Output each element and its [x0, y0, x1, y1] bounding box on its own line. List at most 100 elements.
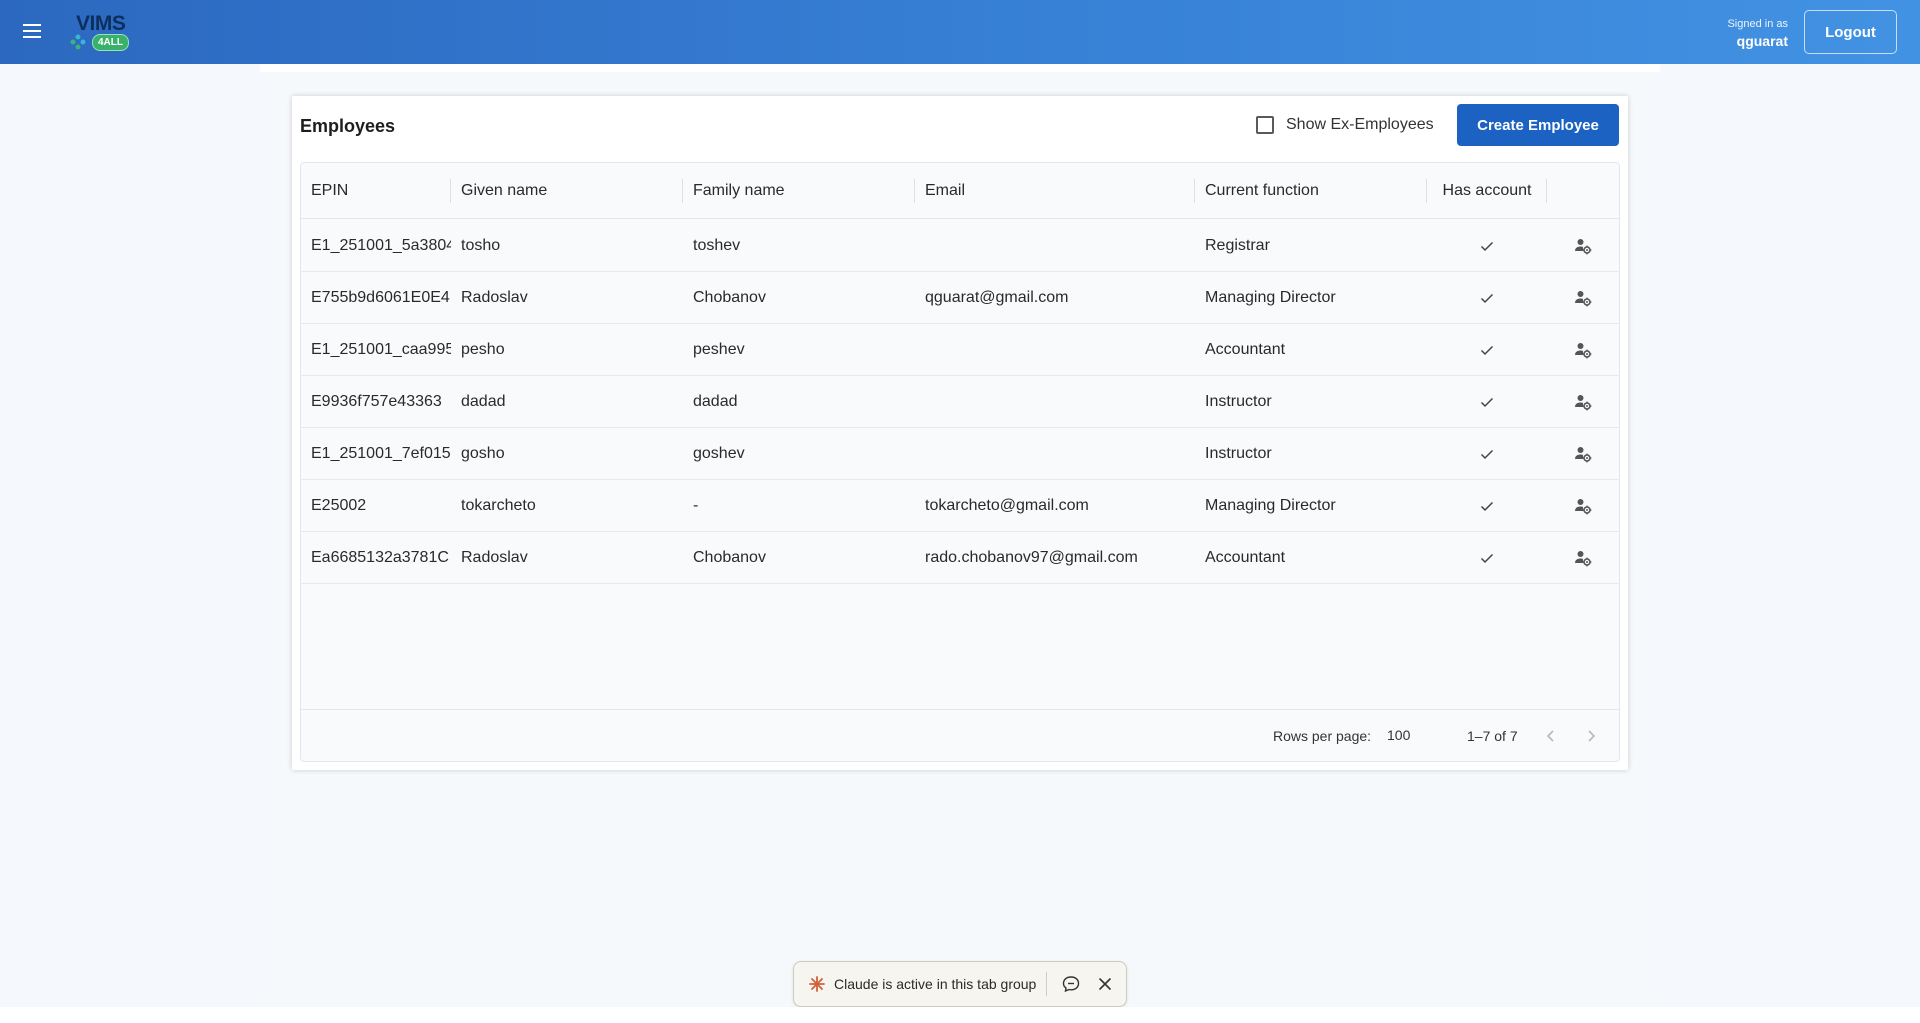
manage-account-icon[interactable] — [1574, 289, 1592, 307]
show-ex-employees-toggle[interactable]: Show Ex-Employees — [1256, 116, 1434, 134]
cell-given-name: pesho — [461, 341, 505, 358]
cell-epin: E25002 — [311, 497, 367, 514]
signed-in-info: Signed in as qguarat — [1727, 18, 1788, 49]
signed-in-label: Signed in as — [1727, 18, 1788, 30]
check-icon — [1480, 397, 1494, 408]
cell-actions — [1547, 220, 1619, 272]
cell-current-function: Instructor — [1205, 393, 1272, 410]
column-header-family-name[interactable]: Family name — [683, 163, 915, 219]
table-row[interactable]: E1_251001_5a3804 tosho toshev Registrar — [301, 220, 1619, 272]
cell-has-account — [1427, 532, 1547, 584]
cell-has-account — [1427, 376, 1547, 428]
check-icon — [1480, 345, 1494, 356]
cell-actions — [1547, 428, 1619, 480]
cell-email — [915, 324, 1195, 376]
cell-given-name: Radoslav — [461, 289, 528, 306]
manage-account-icon[interactable] — [1574, 497, 1592, 515]
cell-given-name: gosho — [461, 445, 505, 462]
app-bar: VIMS 4ALL Signed in as qguarat Logout — [0, 0, 1920, 64]
check-icon — [1480, 501, 1494, 512]
cell-has-account — [1427, 272, 1547, 324]
logo-badge: 4ALL — [92, 34, 129, 51]
rows-per-page-select[interactable]: 100 — [1387, 727, 1410, 743]
cell-current-function: Accountant — [1205, 549, 1286, 566]
cell-epin: E1_251001_7ef015 — [311, 445, 451, 462]
check-icon — [1480, 241, 1494, 252]
pagination-range: 1–7 of 7 — [1467, 728, 1518, 744]
previous-page-button[interactable] — [1537, 722, 1565, 750]
check-icon — [1480, 293, 1494, 304]
cell-given-name: Radoslav — [461, 549, 528, 566]
cell-family-name: - — [693, 497, 699, 514]
manage-account-icon[interactable] — [1574, 393, 1592, 411]
column-header-given-name[interactable]: Given name — [451, 163, 683, 219]
manage-account-icon[interactable] — [1574, 445, 1592, 463]
table-row[interactable]: E755b9d6061E0E4 Radoslav Chobanov qguarat@g… — [301, 272, 1619, 324]
table-row[interactable]: E9936f757e43363 dadad dadad Instructor — [301, 376, 1619, 428]
cell-current-function: Instructor — [1205, 445, 1272, 462]
table-row[interactable]: E1_251001_caa995 pesho peshev Accountant — [301, 324, 1619, 376]
claude-status-text: Claude is active in this tab group — [834, 976, 1037, 992]
claude-tab-group-bar: Claude is active in this tab group — [793, 961, 1127, 1007]
table-header: EPIN Given name Family name Email Curren… — [301, 163, 1619, 219]
chat-icon[interactable] — [1061, 974, 1081, 994]
claude-bar-divider — [1046, 972, 1048, 996]
cell-family-name: goshev — [693, 445, 745, 462]
cell-current-function: Registrar — [1205, 237, 1270, 254]
cell-email — [915, 428, 1195, 480]
employees-card: Employees Show Ex-Employees Create Emplo… — [292, 96, 1628, 770]
cell-family-name: Chobanov — [693, 289, 766, 306]
check-icon — [1480, 553, 1494, 564]
cell-current-function: Accountant — [1205, 341, 1286, 358]
table-row[interactable]: Ea6685132a3781C Radoslav Chobanov rado.chob… — [301, 532, 1619, 584]
logo-text: VIMS — [76, 12, 126, 35]
cell-email — [915, 376, 1195, 428]
cell-current-function: Managing Director — [1205, 497, 1336, 514]
next-page-button[interactable] — [1577, 722, 1605, 750]
close-icon[interactable] — [1095, 974, 1115, 994]
cell-actions — [1547, 480, 1619, 532]
cell-given-name: tokarcheto — [461, 497, 536, 514]
cell-family-name: Chobanov — [693, 549, 766, 566]
table-pagination: Rows per page: 100 1–7 of 7 — [301, 709, 1619, 761]
cell-epin: Ea6685132a3781C — [311, 549, 449, 566]
chevron-left-icon — [1546, 730, 1554, 742]
manage-account-icon[interactable] — [1574, 549, 1592, 567]
cell-email: rado.chobanov97@gmail.com — [925, 549, 1138, 566]
chevron-right-icon — [1588, 730, 1596, 742]
cell-actions — [1547, 324, 1619, 376]
cell-family-name: toshev — [693, 237, 741, 254]
column-header-epin[interactable]: EPIN — [301, 163, 451, 219]
cell-email: tokarcheto@gmail.com — [925, 497, 1089, 514]
cell-actions — [1547, 272, 1619, 324]
create-employee-button[interactable]: Create Employee — [1457, 104, 1619, 146]
manage-account-icon[interactable] — [1574, 237, 1592, 255]
logout-button[interactable]: Logout — [1804, 10, 1897, 54]
cell-given-name: dadad — [461, 393, 506, 410]
column-header-current-function[interactable]: Current function — [1195, 163, 1427, 219]
show-ex-employees-label: Show Ex-Employees — [1286, 116, 1434, 133]
menu-icon[interactable] — [18, 20, 46, 44]
column-header-has-account[interactable]: Has account — [1427, 163, 1547, 219]
cell-has-account — [1427, 480, 1547, 532]
cell-given-name: tosho — [461, 237, 501, 254]
show-ex-employees-checkbox[interactable] — [1256, 116, 1274, 134]
employees-table: EPIN Given name Family name Email Curren… — [300, 162, 1620, 762]
cell-has-account — [1427, 324, 1547, 376]
cell-actions — [1547, 376, 1619, 428]
cell-epin: E1_251001_5a3804 — [311, 237, 451, 254]
table-row[interactable]: E25002 tokarcheto - tokarcheto@gmail.com Man… — [301, 480, 1619, 532]
cell-epin: E755b9d6061E0E4 — [311, 289, 450, 306]
cell-has-account — [1427, 220, 1547, 272]
cell-epin: E9936f757e43363 — [311, 393, 442, 410]
manage-account-icon[interactable] — [1574, 341, 1592, 359]
cell-email — [915, 220, 1195, 272]
column-header-email[interactable]: Email — [915, 163, 1195, 219]
signed-in-username: qguarat — [1736, 33, 1788, 49]
claude-star-icon — [809, 976, 825, 992]
app-logo[interactable]: VIMS 4ALL — [68, 12, 138, 52]
cell-epin: E1_251001_caa995 — [311, 341, 451, 358]
cell-family-name: dadad — [693, 393, 738, 410]
bottom-strip — [0, 1007, 1920, 1023]
table-row[interactable]: E1_251001_7ef015 gosho goshev Instructor — [301, 428, 1619, 480]
